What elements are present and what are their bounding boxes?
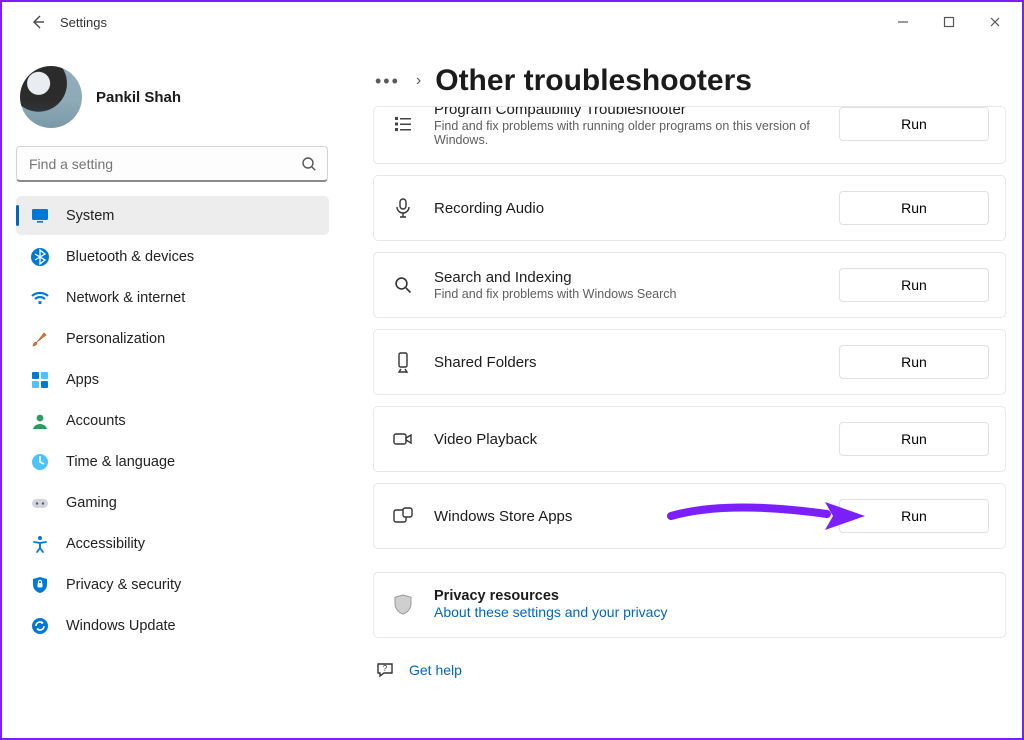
help-chat-icon: ? (375, 660, 395, 680)
privacy-resources-card[interactable]: Privacy resources About these settings a… (373, 572, 1006, 638)
sidebar-item-label: Personalization (66, 331, 165, 347)
troubleshooter-title: Recording Audio (434, 200, 839, 217)
sidebar-item-label: Privacy & security (66, 577, 181, 593)
get-help-row[interactable]: ? Get help (373, 660, 1006, 680)
shield-icon (30, 575, 50, 595)
sidebar-item-accessibility[interactable]: Accessibility (16, 524, 329, 563)
troubleshooter-desc: Find and fix problems with running older… (434, 119, 839, 147)
sidebar-item-label: System (66, 208, 114, 224)
accessibility-icon (30, 534, 50, 554)
run-button[interactable]: Run (839, 422, 989, 456)
profile-name: Pankil Shah (96, 89, 181, 106)
sidebar-item-system[interactable]: System (16, 196, 329, 235)
window-controls (880, 6, 1018, 38)
sidebar-item-time-language[interactable]: Time & language (16, 442, 329, 481)
search-icon (301, 156, 317, 172)
troubleshooter-search-indexing[interactable]: Search and Indexing Find and fix problem… (373, 252, 1006, 318)
run-button[interactable]: Run (839, 107, 989, 141)
maximize-button[interactable] (926, 6, 972, 38)
gamepad-icon (30, 493, 50, 513)
breadcrumb: ••• › Other troubleshooters (373, 64, 1006, 98)
troubleshooter-title: Video Playback (434, 431, 839, 448)
person-icon (30, 411, 50, 431)
main-content: ••• › Other troubleshooters Program Comp… (337, 42, 1022, 738)
minimize-button[interactable] (880, 6, 926, 38)
store-apps-icon (390, 503, 416, 529)
privacy-link[interactable]: About these settings and your privacy (434, 604, 667, 620)
troubleshooter-video-playback[interactable]: Video Playback Run (373, 406, 1006, 472)
shared-folder-icon (390, 349, 416, 375)
profile[interactable]: Pankil Shah (16, 62, 329, 146)
troubleshooter-title: Windows Store Apps (434, 508, 839, 525)
troubleshooter-title: Search and Indexing (434, 269, 839, 286)
settings-window: Settings Pankil Shah (0, 0, 1024, 740)
troubleshooter-list: Program Compatibility Troubleshooter Fin… (373, 106, 1006, 638)
troubleshooter-title: Shared Folders (434, 354, 839, 371)
back-button[interactable] (22, 6, 54, 38)
breadcrumb-more-button[interactable]: ••• (373, 69, 402, 94)
run-button[interactable]: Run (839, 499, 989, 533)
troubleshooter-title: Program Compatibility Troubleshooter (434, 106, 839, 118)
page-title: Other troubleshooters (435, 64, 752, 98)
sidebar-item-label: Gaming (66, 495, 117, 511)
sidebar-item-network[interactable]: Network & internet (16, 278, 329, 317)
privacy-title: Privacy resources (434, 588, 989, 604)
sidebar-item-accounts[interactable]: Accounts (16, 401, 329, 440)
svg-text:?: ? (383, 664, 388, 673)
sidebar: Pankil Shah System Bluetooth & devices (2, 42, 337, 738)
troubleshooter-windows-store-apps[interactable]: Windows Store Apps Run (373, 483, 1006, 549)
sidebar-item-windows-update[interactable]: Windows Update (16, 606, 329, 645)
sidebar-item-label: Bluetooth & devices (66, 249, 194, 265)
search-icon (390, 272, 416, 298)
sidebar-item-bluetooth[interactable]: Bluetooth & devices (16, 237, 329, 276)
troubleshooter-shared-folders[interactable]: Shared Folders Run (373, 329, 1006, 395)
get-help-link[interactable]: Get help (409, 662, 462, 678)
bluetooth-icon (30, 247, 50, 267)
sidebar-item-apps[interactable]: Apps (16, 360, 329, 399)
shield-grey-icon (390, 592, 416, 618)
nav: System Bluetooth & devices Network & int… (16, 196, 329, 645)
sidebar-item-gaming[interactable]: Gaming (16, 483, 329, 522)
troubleshooter-recording-audio[interactable]: Recording Audio Run (373, 175, 1006, 241)
close-button[interactable] (972, 6, 1018, 38)
clock-globe-icon (30, 452, 50, 472)
microphone-icon (390, 195, 416, 221)
apps-icon (30, 370, 50, 390)
sidebar-item-label: Time & language (66, 454, 175, 470)
sidebar-item-personalization[interactable]: Personalization (16, 319, 329, 358)
search-field[interactable] (16, 146, 328, 182)
run-button[interactable]: Run (839, 268, 989, 302)
list-icon (390, 111, 416, 137)
sidebar-item-privacy[interactable]: Privacy & security (16, 565, 329, 604)
sidebar-item-label: Network & internet (66, 290, 185, 306)
titlebar: Settings (2, 2, 1022, 42)
run-button[interactable]: Run (839, 191, 989, 225)
display-icon (30, 206, 50, 226)
sidebar-item-label: Accessibility (66, 536, 145, 552)
troubleshooter-program-compatibility[interactable]: Program Compatibility Troubleshooter Fin… (374, 106, 1005, 161)
sidebar-item-label: Accounts (66, 413, 126, 429)
troubleshooter-desc: Find and fix problems with Windows Searc… (434, 287, 839, 301)
wifi-icon (30, 288, 50, 308)
paintbrush-icon (30, 329, 50, 349)
video-icon (390, 426, 416, 452)
update-icon (30, 616, 50, 636)
sidebar-item-label: Apps (66, 372, 99, 388)
sidebar-item-label: Windows Update (66, 618, 176, 634)
arrow-left-icon (30, 14, 46, 30)
avatar (20, 66, 82, 128)
app-title: Settings (60, 15, 107, 30)
run-button[interactable]: Run (839, 345, 989, 379)
chevron-right-icon: › (416, 72, 421, 90)
search-input[interactable] (29, 156, 291, 172)
